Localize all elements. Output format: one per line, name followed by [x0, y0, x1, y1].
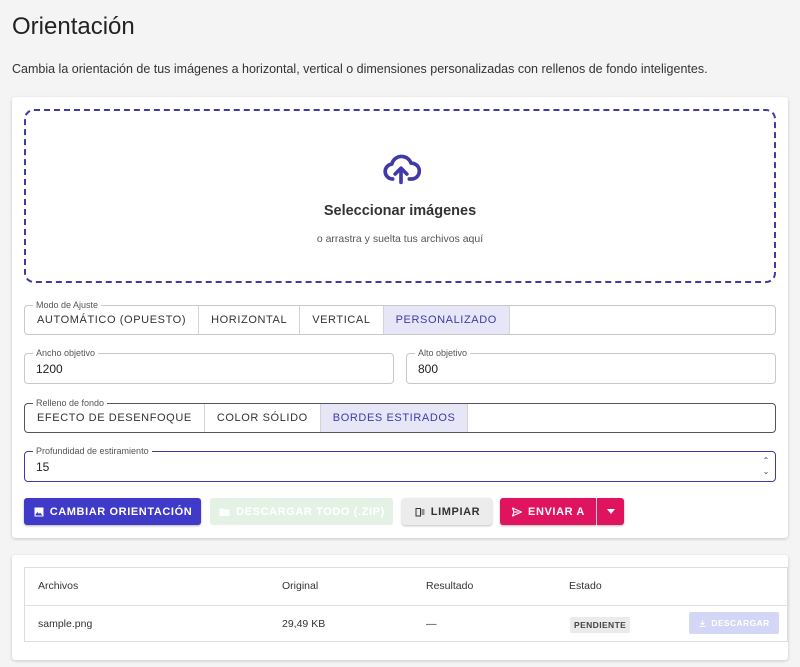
fill-solid-color-toggle[interactable]: COLOR SÓLIDO [205, 404, 321, 432]
change-orientation-label: CAMBIAR ORIENTACIÓN [49, 505, 193, 518]
stretch-depth-legend: Profundidad de estiramiento [33, 445, 152, 457]
column-header-status: Estado [569, 580, 602, 592]
stretch-depth-input[interactable]: 15 [36, 460, 49, 474]
dropzone-title: Seleccionar imágenes [323, 203, 477, 219]
fit-mode-custom-toggle[interactable]: PERSONALIZADO [383, 306, 510, 334]
image-icon [34, 507, 44, 516]
row-download-button[interactable]: DESCARGAR [689, 612, 779, 634]
column-header-result: Resultado [426, 580, 474, 592]
files-table: Archivos Original Resultado Estado sampl… [24, 567, 788, 642]
send-to-button[interactable]: ENVIAR A [500, 498, 596, 525]
clear-list-icon [415, 507, 425, 516]
cloud-upload-icon [383, 154, 421, 185]
files-panel: Archivos Original Resultado Estado sampl… [12, 555, 788, 660]
target-height-input[interactable]: 800 [418, 362, 438, 376]
chevron-down-icon[interactable]: ⌄ [761, 466, 771, 477]
row-original-size: 29,49 KB [282, 618, 326, 630]
row-file-name: sample.png [38, 618, 93, 630]
fit-mode-horizontal-toggle[interactable]: HORIZONTAL [199, 306, 301, 334]
row-download-label: DESCARGAR [711, 618, 770, 628]
send-to-label: ENVIAR A [528, 505, 585, 518]
target-width-legend: Ancho objetivo [33, 347, 99, 359]
column-header-files: Archivos [38, 580, 79, 592]
target-width-input[interactable]: 1200 [36, 362, 63, 376]
fit-mode-group: Modo de Ajuste AUTOMÁTICO (OPUESTO) HORI… [24, 299, 776, 335]
page-description: Cambia la orientación de tus imágenes a … [12, 62, 708, 76]
caret-down-icon [606, 509, 615, 514]
send-options-dropdown[interactable] [597, 498, 624, 525]
status-badge: PENDIENTE [570, 617, 631, 633]
orientation-panel: Seleccionar imágenes o arrastra y suelta… [12, 97, 788, 538]
number-spinner[interactable]: ⌃ ⌄ [761, 455, 771, 477]
file-dropzone[interactable]: Seleccionar imágenes o arrastra y suelta… [24, 109, 776, 283]
folder-icon [219, 508, 230, 516]
change-orientation-button[interactable]: CAMBIAR ORIENTACIÓN [24, 498, 201, 525]
dropzone-subtitle: o arrastra y suelta tus archivos aquí [316, 233, 484, 245]
page-title: Orientación [12, 13, 135, 40]
download-all-label: DESCARGAR TODO (.ZIP) [236, 505, 385, 518]
fit-mode-vertical-toggle[interactable]: VERTICAL [300, 306, 384, 334]
header-divider [25, 605, 787, 606]
download-icon [699, 619, 706, 627]
clear-button[interactable]: LIMPIAR [402, 498, 492, 525]
background-fill-group: Relleno de fondo EFECTO DE DESENFOQUE CO… [24, 397, 776, 433]
fit-mode-legend: Modo de Ajuste [33, 299, 102, 311]
send-icon [511, 506, 523, 517]
column-header-original: Original [282, 580, 319, 592]
stretch-depth-field[interactable]: Profundidad de estiramiento 15 ⌃ ⌄ [24, 445, 776, 482]
target-height-legend: Alto objetivo [415, 347, 471, 359]
chevron-up-icon[interactable]: ⌃ [761, 455, 771, 466]
clear-label: LIMPIAR [430, 505, 481, 518]
row-result: — [426, 618, 437, 630]
target-height-field[interactable]: Alto objetivo 800 [406, 347, 776, 384]
fill-stretched-edges-toggle[interactable]: BORDES ESTIRADOS [320, 404, 469, 432]
target-width-field[interactable]: Ancho objetivo 1200 [24, 347, 394, 384]
background-fill-legend: Relleno de fondo [33, 397, 108, 409]
download-all-button[interactable]: DESCARGAR TODO (.ZIP) [210, 498, 393, 525]
